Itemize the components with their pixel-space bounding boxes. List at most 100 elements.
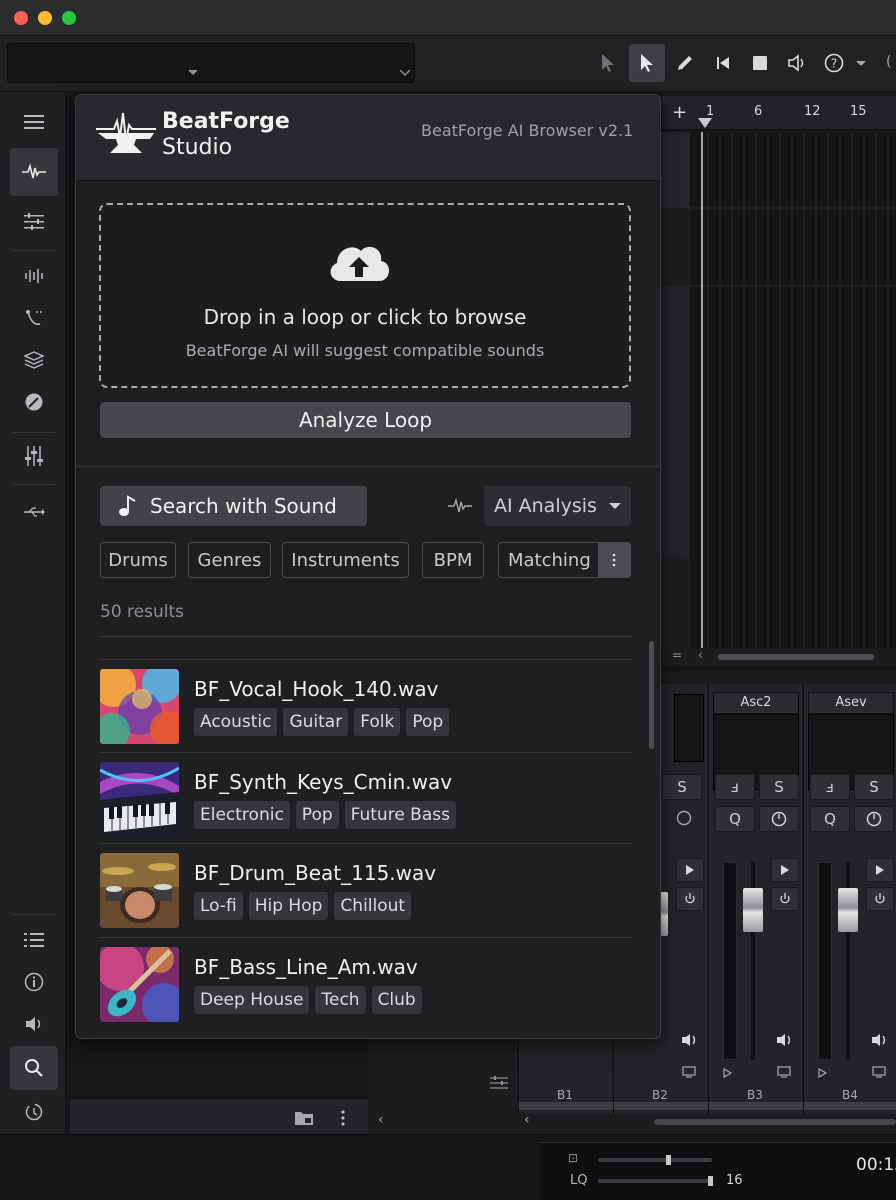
instruments-button[interactable] <box>10 378 58 426</box>
play-icon[interactable] <box>818 1068 828 1078</box>
tag[interactable]: Chillout <box>334 892 412 920</box>
filter-chip-instruments[interactable]: Instruments <box>282 542 409 578</box>
quantize-slider[interactable] <box>598 1176 713 1186</box>
monitor-icon[interactable] <box>682 1066 696 1078</box>
more-options-button[interactable] <box>598 543 630 577</box>
chevron-down-icon[interactable] <box>856 61 866 67</box>
add-track-icon[interactable]: + <box>672 102 687 123</box>
close-window-button[interactable] <box>14 11 28 25</box>
track-selector-field[interactable] <box>7 43 415 83</box>
usb-device-button[interactable] <box>10 488 58 536</box>
play-button[interactable] <box>771 858 799 882</box>
search-with-sound-button[interactable]: Search with Sound <box>100 486 367 526</box>
menu-button[interactable] <box>10 98 58 146</box>
mixer-button[interactable] <box>10 432 58 480</box>
scroll-thumb[interactable] <box>718 654 874 660</box>
tag[interactable]: Club <box>371 986 422 1014</box>
select-tool-button[interactable] <box>629 44 665 82</box>
scroll-left-icon[interactable]: ‹ <box>698 648 703 662</box>
result-row[interactable]: BF_Drum_Beat_115.wav Lo-fi Hip Hop Chill… <box>100 843 632 933</box>
skip-back-button[interactable] <box>705 44 741 82</box>
waveform-view-button[interactable] <box>10 148 58 196</box>
stop-button[interactable] <box>742 44 778 82</box>
dial-icon[interactable] <box>676 810 692 826</box>
timeline-ruler[interactable]: + 1 6 12 15 <box>662 96 896 130</box>
filter-chip-matching[interactable]: Matching <box>498 542 631 578</box>
record-button[interactable]: ⅎ <box>715 774 755 800</box>
playhead-marker-icon[interactable] <box>698 118 712 130</box>
mixer-settings-button[interactable] <box>10 198 58 246</box>
toolbar-overflow-icon[interactable]: ( <box>886 54 891 70</box>
minimize-window-button[interactable] <box>38 11 52 25</box>
tag[interactable]: Lo-fi <box>194 892 243 920</box>
scroll-left-icon[interactable]: ‹ <box>524 1112 530 1128</box>
volume-fader[interactable] <box>743 888 763 932</box>
q-button[interactable]: Q <box>810 806 850 832</box>
search-browser-button[interactable] <box>10 1046 58 1090</box>
result-row[interactable]: BF_Vocal_Hook_140.wav Acoustic Guitar Fo… <box>100 659 632 749</box>
play-icon[interactable] <box>723 1068 733 1078</box>
tag[interactable]: Guitar <box>283 708 349 736</box>
monitor-icon[interactable] <box>777 1066 791 1078</box>
info-button[interactable] <box>10 958 58 1006</box>
channel-name[interactable]: Asc2 <box>713 692 799 714</box>
tag[interactable]: Acoustic <box>194 708 278 736</box>
sync-button[interactable] <box>10 1088 58 1136</box>
solo-button[interactable]: S <box>759 774 799 800</box>
speaker-icon[interactable] <box>680 1032 700 1048</box>
power-button[interactable] <box>771 887 799 911</box>
filter-chip-genres[interactable]: Genres <box>188 542 271 578</box>
pointer-tool-button[interactable] <box>590 44 626 82</box>
pan-dial-button[interactable] <box>759 806 799 832</box>
volume-fader[interactable] <box>838 888 858 932</box>
volume-button[interactable] <box>779 44 815 82</box>
tag[interactable]: Electronic <box>194 801 290 829</box>
automation-button[interactable] <box>10 294 58 342</box>
results-scrollbar[interactable] <box>649 641 654 749</box>
tag[interactable]: Future Bass <box>344 801 456 829</box>
play-button[interactable] <box>866 858 894 882</box>
loop-drop-zone[interactable]: Drop in a loop or click to browse BeatFo… <box>99 203 631 388</box>
list-view-button[interactable] <box>10 916 58 964</box>
tag[interactable]: Pop <box>406 708 450 736</box>
speaker-icon[interactable] <box>775 1032 795 1048</box>
help-button[interactable]: ? <box>816 44 852 82</box>
chevron-down-icon[interactable] <box>400 70 410 76</box>
play-button[interactable] <box>676 858 704 882</box>
mixer-scroll-thumb[interactable] <box>654 1119 896 1125</box>
more-vertical-icon[interactable] <box>340 1109 346 1127</box>
sliders-icon[interactable] <box>490 1076 508 1090</box>
monitor-volume-button[interactable] <box>10 1000 58 1048</box>
pencil-tool-button[interactable] <box>667 44 703 82</box>
zoom-icon[interactable]: = <box>672 648 682 662</box>
speaker-icon[interactable] <box>870 1032 890 1048</box>
solo-button[interactable]: S <box>662 774 702 800</box>
filter-chip-bpm[interactable]: BPM <box>422 542 484 578</box>
maximize-window-button[interactable] <box>62 11 76 25</box>
scroll-left-icon[interactable]: ‹ <box>378 1112 384 1128</box>
layers-button[interactable] <box>10 336 58 384</box>
analyze-loop-button[interactable]: Analyze Loop <box>100 402 631 438</box>
power-button[interactable] <box>676 887 704 911</box>
result-row[interactable]: BF_Bass_Line_Am.wav Deep House Tech Club <box>100 937 632 1027</box>
solo-button[interactable]: S <box>854 774 894 800</box>
record-button[interactable]: ⅎ <box>810 774 850 800</box>
chevron-down-icon[interactable] <box>188 70 198 76</box>
ai-analysis-dropdown[interactable]: AI Analysis <box>484 486 631 526</box>
tag[interactable]: Hip Hop <box>248 892 329 920</box>
tag[interactable]: Tech <box>315 986 366 1014</box>
audio-analysis-button[interactable] <box>10 252 58 300</box>
tag[interactable]: Deep House <box>194 986 310 1014</box>
q-button[interactable]: Q <box>715 806 755 832</box>
tempo-slider[interactable] <box>598 1155 712 1165</box>
channel-name[interactable]: Asev <box>808 692 894 714</box>
folder-icon[interactable] <box>294 1109 314 1127</box>
filter-chip-drums[interactable]: Drums <box>100 542 176 578</box>
power-button[interactable] <box>866 887 894 911</box>
result-row[interactable]: BF_Synth_Keys_Cmin.wav Electronic Pop Fu… <box>100 752 632 842</box>
monitor-icon[interactable] <box>872 1066 886 1078</box>
pan-dial-button[interactable] <box>854 806 894 832</box>
tag[interactable]: Folk <box>354 708 401 736</box>
tag[interactable]: Pop <box>295 801 339 829</box>
arrangement-scrollbar[interactable]: = ‹ <box>662 648 896 666</box>
